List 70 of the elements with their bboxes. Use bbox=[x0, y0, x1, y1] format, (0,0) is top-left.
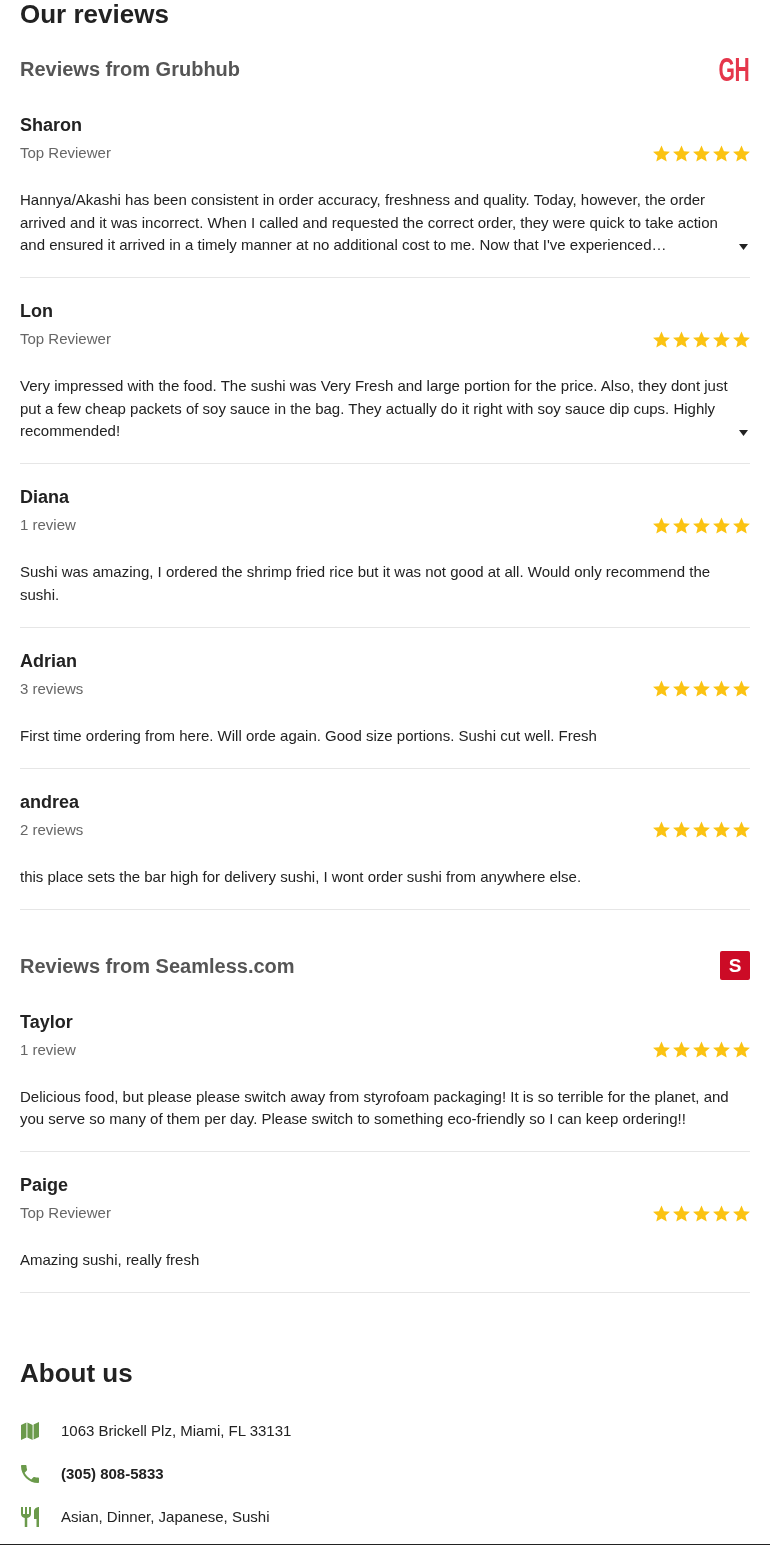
star-filled-icon bbox=[653, 330, 670, 348]
star-filled-icon bbox=[673, 1041, 690, 1058]
reviewer-status: Top Reviewer bbox=[20, 329, 111, 349]
star-filled-icon bbox=[693, 1204, 710, 1222]
star-filled-icon bbox=[673, 1204, 690, 1222]
star-filled-icon bbox=[653, 1041, 670, 1058]
phone-link[interactable]: (305) 808-5833 bbox=[61, 1463, 164, 1484]
star-filled-icon bbox=[713, 1041, 730, 1058]
star-filled-icon bbox=[733, 330, 750, 348]
star-filled-icon bbox=[653, 516, 670, 534]
source-logo: GH bbox=[718, 56, 749, 82]
phone-icon bbox=[21, 1464, 39, 1483]
star-filled-icon bbox=[693, 680, 710, 697]
star-filled-icon bbox=[693, 1041, 710, 1058]
star-filled-icon bbox=[673, 680, 690, 697]
reviewer-status: 2 reviews bbox=[20, 819, 84, 840]
star-filled-icon bbox=[733, 1041, 750, 1058]
star-filled-icon bbox=[713, 680, 730, 697]
reviewer-status: 3 reviews bbox=[20, 678, 84, 699]
reviewer-status: Top Reviewer bbox=[20, 143, 111, 163]
cuisine-text: Asian, Dinner, Japanese, Sushi bbox=[61, 1506, 270, 1527]
reviewer-name: Diana bbox=[20, 486, 71, 508]
star-filled-icon bbox=[693, 821, 710, 838]
reviewer-status: Top Reviewer bbox=[20, 1203, 111, 1223]
reviewer-name: Sharon bbox=[20, 114, 83, 136]
review-text: Delicious food, but please please switch away from styrofoam packaging! It is so terrible for the planet, and you serve so many of them per day. Please switch to something eco-friendly so I can keep ordering!! bbox=[20, 1086, 730, 1129]
section-heading: Reviews from Grubhub bbox=[20, 57, 241, 81]
reviewer-status: 1 review bbox=[20, 1039, 76, 1060]
reviewer-name: Paige bbox=[20, 1174, 70, 1196]
map-icon bbox=[21, 1421, 39, 1440]
star-filled-icon bbox=[733, 1204, 750, 1222]
reviewer-status: 1 review bbox=[20, 515, 76, 535]
source-logo: S bbox=[720, 951, 750, 980]
star-filled-icon bbox=[653, 680, 670, 697]
review-text: Sushi was amazing, I ordered the shrimp fried rice but it was not good at all. Would only recommend the sushi. bbox=[20, 562, 712, 605]
reviewer-name: Taylor bbox=[20, 1010, 74, 1033]
review-text: Very impressed with the food. The sushi was Very Fresh and large portion for the price. Also, they dont just put a few cheap packets of soy sauce in the bag. They actually do it right with soy sauce dip cups. Highly recommended! bbox=[20, 376, 729, 441]
star-filled-icon bbox=[713, 1204, 730, 1222]
star-filled-icon bbox=[693, 144, 710, 162]
star-filled-icon bbox=[673, 144, 690, 162]
page-heading: Our reviews bbox=[20, 0, 170, 28]
star-filled-icon bbox=[733, 821, 750, 838]
star-filled-icon bbox=[713, 330, 730, 348]
address-text: 1063 Brickell Plz, Miami, FL 33131 bbox=[61, 1420, 292, 1441]
star-filled-icon bbox=[713, 144, 730, 162]
caret-down-icon[interactable] bbox=[739, 429, 748, 436]
star-filled-icon bbox=[713, 821, 730, 838]
review-text: First time ordering from here. Will orde again. Good size portions. Sushi cut well. Fresh bbox=[20, 725, 598, 746]
star-filled-icon bbox=[673, 821, 690, 838]
reviewer-name: Adrian bbox=[20, 649, 78, 672]
section-heading: Reviews from Seamless.com bbox=[20, 953, 295, 978]
fork-knife-icon bbox=[21, 1506, 39, 1527]
reviewer-name: andrea bbox=[20, 790, 81, 813]
review-text: this place sets the bar high for delivery sushi, I wont order sushi from anywhere else. bbox=[20, 866, 583, 887]
star-filled-icon bbox=[733, 680, 750, 697]
review-text: Hannya/Akashi has been consistent in order accuracy, freshness and quality. Today, however, the order arrived and it was incorrect. When I called and requested the correct order, they were quick to take action and ensured it arrived in a timely manner at no additional cost to me. Now that I've experienced… bbox=[20, 190, 719, 255]
star-filled-icon bbox=[653, 144, 670, 162]
star-filled-icon bbox=[673, 330, 690, 348]
caret-down-icon[interactable] bbox=[739, 243, 748, 250]
reviewer-name: Lon bbox=[20, 300, 54, 322]
star-filled-icon bbox=[653, 1204, 670, 1222]
review-text: Amazing sushi, really fresh bbox=[20, 1250, 201, 1270]
star-filled-icon bbox=[713, 516, 730, 534]
star-filled-icon bbox=[653, 821, 670, 838]
star-filled-icon bbox=[733, 144, 750, 162]
section-heading: About us bbox=[20, 1357, 134, 1388]
star-filled-icon bbox=[733, 516, 750, 534]
star-filled-icon bbox=[693, 330, 710, 348]
star-filled-icon bbox=[693, 516, 710, 534]
star-filled-icon bbox=[673, 516, 690, 534]
